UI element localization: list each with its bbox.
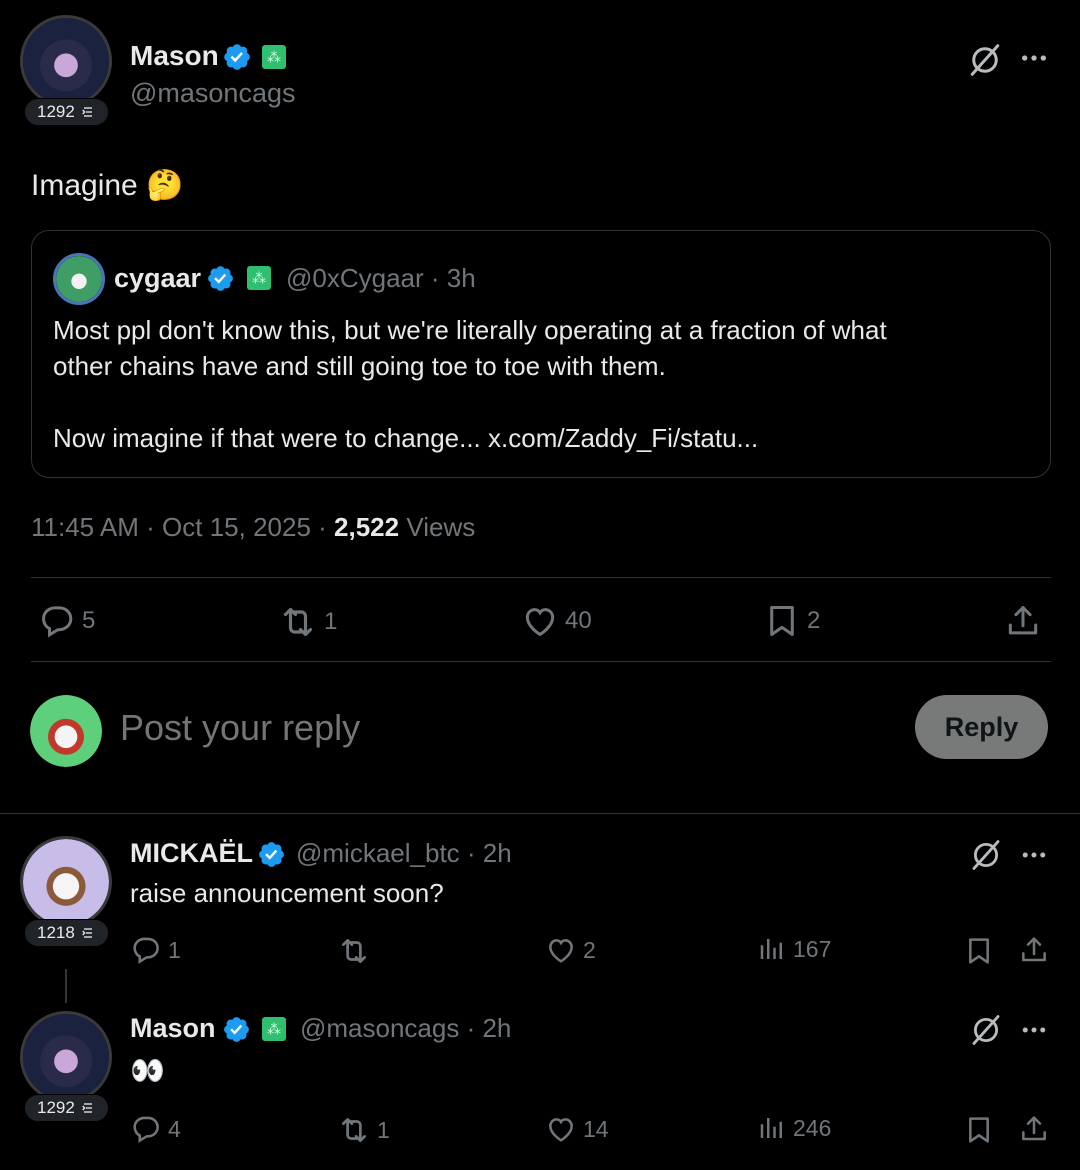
more-icon[interactable] xyxy=(1018,42,1050,74)
quoted-text-line1: Most ppl don't know this, but we're lite… xyxy=(53,315,887,345)
grok-icon[interactable] xyxy=(967,42,1003,78)
like-action[interactable]: 2 xyxy=(545,934,596,966)
reply-count: 1 xyxy=(168,936,181,963)
verified-icon xyxy=(206,264,235,293)
author-name[interactable]: Mason xyxy=(130,40,219,72)
repost-action[interactable] xyxy=(337,934,377,968)
reply-count: 5 xyxy=(82,607,96,634)
divider xyxy=(31,661,1051,662)
repost-icon xyxy=(337,1113,371,1147)
grok-icon[interactable] xyxy=(969,838,1003,872)
post-text-body: Imagine xyxy=(31,169,138,202)
bookmark-icon xyxy=(763,602,801,640)
my-avatar[interactable] xyxy=(30,695,102,767)
reply-input[interactable] xyxy=(120,702,880,754)
views-action[interactable]: 167 xyxy=(757,934,831,964)
reply-icon xyxy=(130,934,162,966)
share-icon[interactable] xyxy=(1018,934,1050,966)
share-icon[interactable] xyxy=(1018,1113,1050,1145)
reply-action[interactable]: 4 xyxy=(130,1113,181,1145)
divider xyxy=(0,813,1080,814)
bookmark-action[interactable]: 2 xyxy=(763,602,820,640)
reply-author-avatar[interactable] xyxy=(20,1011,112,1103)
bookmark-icon[interactable] xyxy=(963,1114,995,1146)
like-action[interactable]: 40 xyxy=(521,602,592,640)
reply-count: 4 xyxy=(168,1115,181,1142)
score-badge: 1292 xyxy=(24,98,109,126)
reply-age: · 2h xyxy=(466,1013,512,1043)
quoted-handle: @0xCygaar xyxy=(286,263,424,293)
like-count: 14 xyxy=(583,1115,609,1142)
stack-icon xyxy=(80,925,96,941)
reply-text: raise announcement soon? xyxy=(130,878,444,908)
score-value: 1218 xyxy=(37,923,75,942)
like-icon xyxy=(545,1113,577,1145)
more-icon[interactable] xyxy=(1019,840,1049,870)
repost-icon xyxy=(278,602,318,642)
more-icon[interactable] xyxy=(1019,1015,1049,1045)
affiliate-badge-icon: ⁂ xyxy=(262,45,286,69)
like-count: 2 xyxy=(583,936,596,963)
verified-icon xyxy=(257,840,286,869)
repost-action[interactable]: 1 xyxy=(278,602,337,642)
views-icon xyxy=(757,1113,787,1143)
like-action[interactable]: 14 xyxy=(545,1113,609,1145)
thinking-emoji: 🤔 xyxy=(146,169,184,202)
author-handle[interactable]: @masoncags xyxy=(130,78,295,109)
grok-icon[interactable] xyxy=(969,1013,1003,1047)
reply-text: 👀 xyxy=(130,1055,165,1086)
like-icon xyxy=(521,602,559,640)
reply-age: · 2h xyxy=(466,838,512,868)
verified-icon xyxy=(222,1015,251,1044)
like-icon xyxy=(545,934,577,966)
affiliate-badge-icon: ⁂ xyxy=(247,266,271,290)
reply-author-handle[interactable]: @mickael_btc · 2h xyxy=(296,838,512,869)
like-count: 40 xyxy=(565,607,592,634)
post-meta: 11:45 AM · Oct 15, 2025 · 2,522 Views xyxy=(31,512,475,543)
reply-author-name[interactable]: MICKAËL xyxy=(130,838,253,869)
quoted-text-line2: other chains have and still going toe to… xyxy=(53,351,666,381)
views-label: Views xyxy=(406,512,476,542)
score-value: 1292 xyxy=(37,1098,75,1117)
reply-action[interactable]: 1 xyxy=(130,934,181,966)
divider xyxy=(31,577,1051,578)
score-value: 1292 xyxy=(37,102,75,121)
repost-count: 1 xyxy=(324,608,338,635)
reply-author-name[interactable]: Mason xyxy=(130,1013,216,1044)
share-icon[interactable] xyxy=(1004,602,1042,640)
bookmark-count: 2 xyxy=(807,607,821,634)
reply-action[interactable]: 5 xyxy=(38,602,95,640)
stack-icon xyxy=(80,1100,96,1116)
reply-handle: @masoncags xyxy=(300,1013,460,1043)
views-icon xyxy=(757,934,787,964)
reply-button[interactable]: Reply xyxy=(915,695,1048,759)
repost-icon xyxy=(337,934,371,968)
quoted-age: · 3h xyxy=(430,263,476,293)
affiliate-badge-icon: ⁂ xyxy=(262,1017,286,1041)
post-text: Imagine 🤔 xyxy=(31,168,183,203)
score-badge: 1218 xyxy=(24,919,109,947)
post-timestamp[interactable]: 11:45 AM · Oct 15, 2025 · xyxy=(31,512,327,542)
stack-icon xyxy=(80,104,96,120)
bookmark-icon[interactable] xyxy=(963,935,995,967)
quoted-text-line3: Now imagine if that were to change... x.… xyxy=(53,423,759,453)
repost-action[interactable]: 1 xyxy=(337,1113,390,1147)
verified-icon xyxy=(222,42,252,72)
reply-handle: @mickael_btc xyxy=(296,838,460,868)
reply-author-avatar[interactable] xyxy=(20,836,112,928)
quoted-author-avatar xyxy=(53,253,105,305)
views-count: 2,522 xyxy=(334,512,400,542)
thread-line xyxy=(65,969,67,1003)
quoted-author-name: cygaar xyxy=(114,263,202,293)
views-count: 246 xyxy=(793,1114,832,1141)
reply-icon xyxy=(38,602,76,640)
reply-author-handle[interactable]: @masoncags · 2h xyxy=(300,1013,511,1044)
reply-icon xyxy=(130,1113,162,1145)
quoted-author-handle: @0xCygaar · 3h xyxy=(286,263,476,294)
repost-count: 1 xyxy=(377,1116,390,1143)
score-badge: 1292 xyxy=(24,1094,109,1122)
author-avatar[interactable] xyxy=(20,15,112,107)
views-action[interactable]: 246 xyxy=(757,1113,831,1143)
views-count: 167 xyxy=(793,935,832,962)
